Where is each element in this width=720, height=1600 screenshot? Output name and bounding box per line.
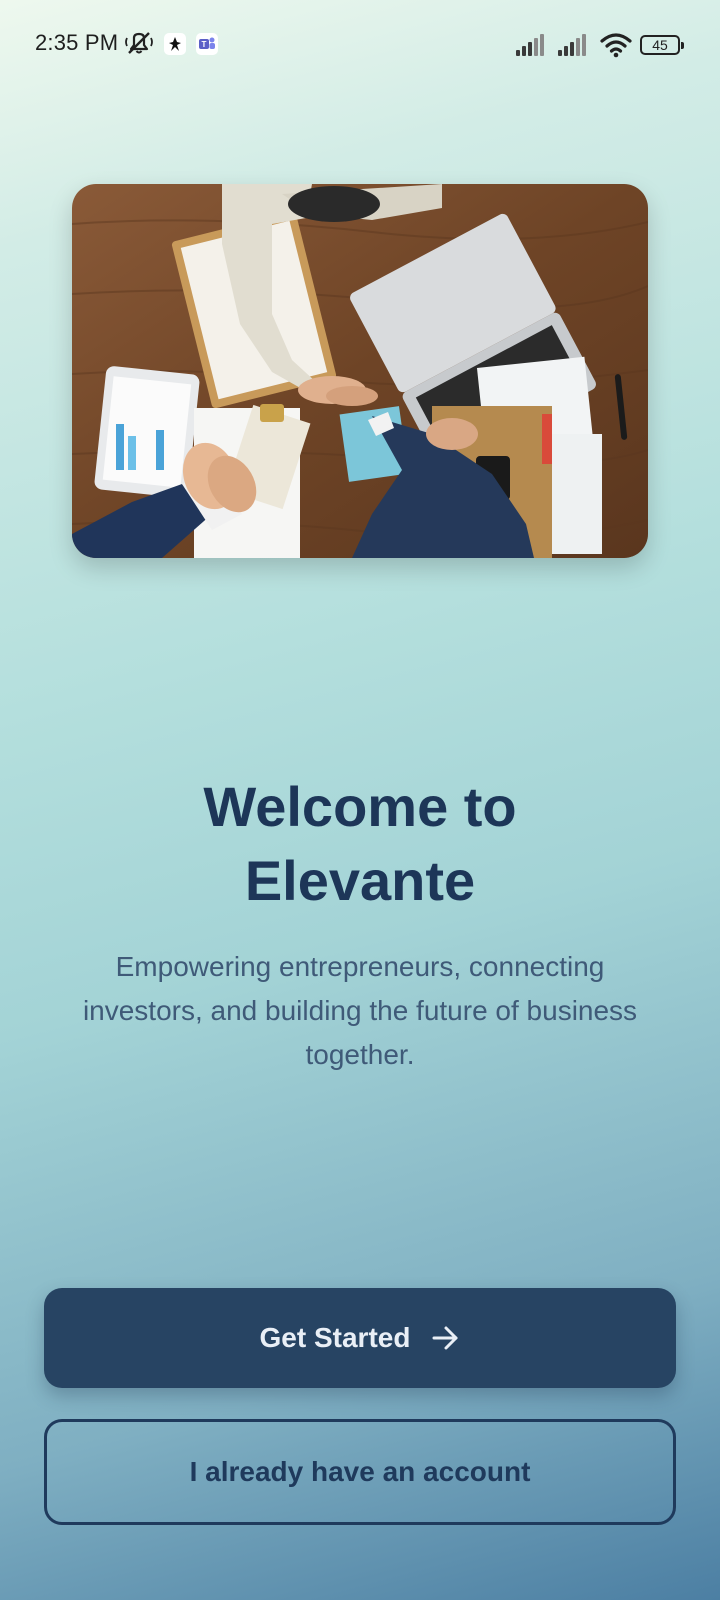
get-started-button[interactable]: Get Started	[44, 1288, 676, 1388]
muted-bell-icon	[125, 32, 153, 54]
welcome-title: Welcome to Elevante	[0, 770, 720, 918]
welcome-title-line2: Elevante	[244, 849, 476, 912]
status-notification-icons: T	[124, 30, 218, 58]
existing-account-button[interactable]: I already have an account	[44, 1419, 676, 1525]
status-system-icons: 45	[516, 31, 684, 59]
arrow-right-icon	[432, 1326, 458, 1350]
battery-icon: 45	[640, 35, 684, 55]
existing-account-label: I already have an account	[189, 1456, 531, 1487]
battery-level: 45	[652, 37, 668, 53]
wifi-icon	[600, 33, 632, 58]
welcome-subtitle: Empowering entrepreneurs, connecting inv…	[82, 951, 638, 1070]
signal-icon	[558, 34, 586, 56]
business-handshake-illustration	[72, 184, 648, 558]
svg-text:T: T	[202, 40, 207, 49]
status-time: 2:35 PM	[35, 30, 119, 55]
get-started-label: Get Started	[259, 1322, 411, 1353]
app-notification-icon	[164, 33, 186, 55]
hero-image	[72, 184, 648, 558]
welcome-title-line1: Welcome to	[203, 775, 517, 838]
welcome-screen: 2:35 PM T 45 Welcome to Elevante Empower…	[0, 0, 720, 1600]
teams-icon: T	[196, 33, 218, 55]
status-bar: 2:35 PM T 45	[0, 0, 720, 88]
signal-icon	[516, 34, 544, 56]
